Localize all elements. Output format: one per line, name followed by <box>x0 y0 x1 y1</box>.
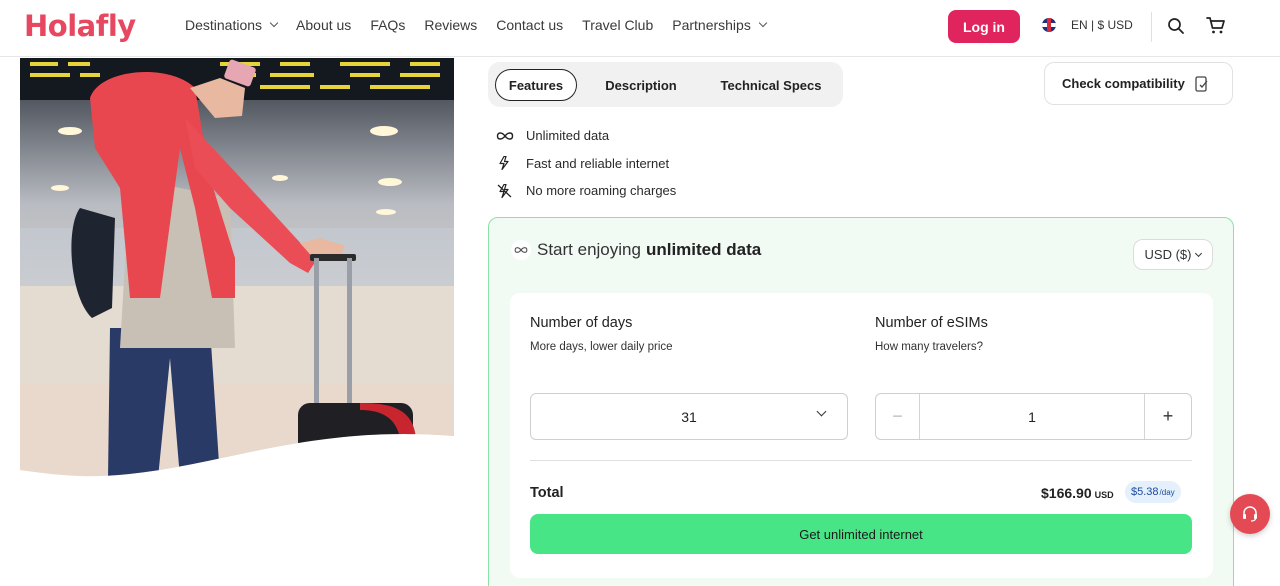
plan-config-panel: Number of days More days, lower daily pr… <box>510 293 1213 578</box>
header-divider <box>1151 12 1152 42</box>
infinity-icon <box>511 240 531 260</box>
nav-label: Destinations <box>185 17 263 33</box>
tab-description[interactable]: Description <box>591 69 691 101</box>
check-compatibility-button[interactable]: Check compatibility <box>1044 62 1233 105</box>
nav-label: Contact us <box>496 17 564 33</box>
login-button[interactable]: Log in <box>948 10 1020 43</box>
site-header: Holafly Destinations About us FAQs Revie… <box>0 0 1280 57</box>
hero-traveler-image <box>20 58 454 477</box>
price-value: $166.90 <box>1041 485 1092 501</box>
search-icon[interactable] <box>1167 17 1185 35</box>
cart-icon[interactable] <box>1206 16 1226 35</box>
days-select[interactable]: 31 <box>530 393 848 440</box>
total-label: Total <box>530 485 564 501</box>
divider <box>530 460 1192 461</box>
nav-contact-us[interactable]: Contact us <box>496 17 563 33</box>
currency-select[interactable]: USD ($) <box>1133 239 1213 270</box>
headset-icon <box>1243 506 1257 522</box>
nav-label: FAQs <box>370 17 406 33</box>
feature-item: Fast and reliable internet <box>496 150 676 178</box>
per-day-unit: /day <box>1159 487 1175 497</box>
feature-label: Unlimited data <box>526 128 610 144</box>
plan-card: Start enjoying unlimited data USD ($) Nu… <box>488 217 1234 586</box>
phone-check-icon <box>1195 75 1208 92</box>
esim-quantity-stepper: − 1 + <box>875 393 1192 440</box>
uk-flag-icon <box>1042 18 1056 32</box>
esims-label: Number of eSIMs <box>875 315 988 331</box>
check-compatibility-label: Check compatibility <box>1062 76 1185 91</box>
feature-list: Unlimited data Fast and reliable interne… <box>496 122 676 205</box>
plan-heading: Start enjoying unlimited data <box>511 240 761 260</box>
no-roaming-icon <box>497 183 512 198</box>
nav-about-us[interactable]: About us <box>296 17 351 33</box>
tab-technical-specs[interactable]: Technical Specs <box>711 69 831 101</box>
feature-item: Unlimited data <box>496 122 676 150</box>
increment-button[interactable]: + <box>1144 394 1191 439</box>
language-selector[interactable]: EN | $ USD <box>1042 18 1133 32</box>
nav-partnerships[interactable]: Partnerships <box>672 17 768 33</box>
chevron-down-icon <box>269 18 279 28</box>
days-sublabel: More days, lower daily price <box>530 341 673 353</box>
infinity-icon <box>496 132 514 140</box>
nav-travel-club[interactable]: Travel Club <box>582 17 653 33</box>
lightning-icon <box>499 156 509 171</box>
days-label: Number of days <box>530 315 633 331</box>
nav-reviews[interactable]: Reviews <box>424 17 477 33</box>
esim-quantity-value[interactable]: 1 <box>920 394 1144 439</box>
nav-destinations[interactable]: Destinations <box>185 17 279 33</box>
main-nav: Destinations About us FAQs Reviews Conta… <box>185 17 785 33</box>
nav-label: Travel Club <box>582 17 654 33</box>
language-label: EN | $ USD <box>1071 18 1133 32</box>
holafly-logo[interactable]: Holafly <box>24 9 136 43</box>
per-day-badge: $5.38/day <box>1125 481 1181 503</box>
feature-item: No more roaming charges <box>496 177 676 205</box>
price-currency: USD <box>1094 490 1114 500</box>
chevron-down-icon <box>1195 249 1203 257</box>
support-chat-button[interactable] <box>1230 494 1270 534</box>
feature-label: Fast and reliable internet <box>526 155 670 171</box>
per-day-price: $5.38 <box>1131 486 1159 498</box>
total-price: $166.90 USD <box>1041 485 1114 501</box>
decrement-button[interactable]: − <box>876 394 920 439</box>
nav-label: Partnerships <box>672 17 751 33</box>
nav-label: About us <box>296 17 352 33</box>
tab-features[interactable]: Features <box>495 69 577 101</box>
feature-label: No more roaming charges <box>526 183 677 199</box>
chevron-down-icon <box>758 18 768 28</box>
product-tabs: Features Description Technical Specs <box>488 62 843 107</box>
days-value: 31 <box>681 408 697 425</box>
nav-faqs[interactable]: FAQs <box>370 17 405 33</box>
heading-prefix: Start enjoying <box>537 240 641 259</box>
esims-sublabel: How many travelers? <box>875 341 984 353</box>
currency-label: USD ($) <box>1144 247 1192 262</box>
nav-label: Reviews <box>424 17 478 33</box>
chevron-down-icon <box>816 406 827 417</box>
get-unlimited-internet-button[interactable]: Get unlimited internet <box>530 514 1192 554</box>
heading-bold: unlimited data <box>645 240 762 259</box>
